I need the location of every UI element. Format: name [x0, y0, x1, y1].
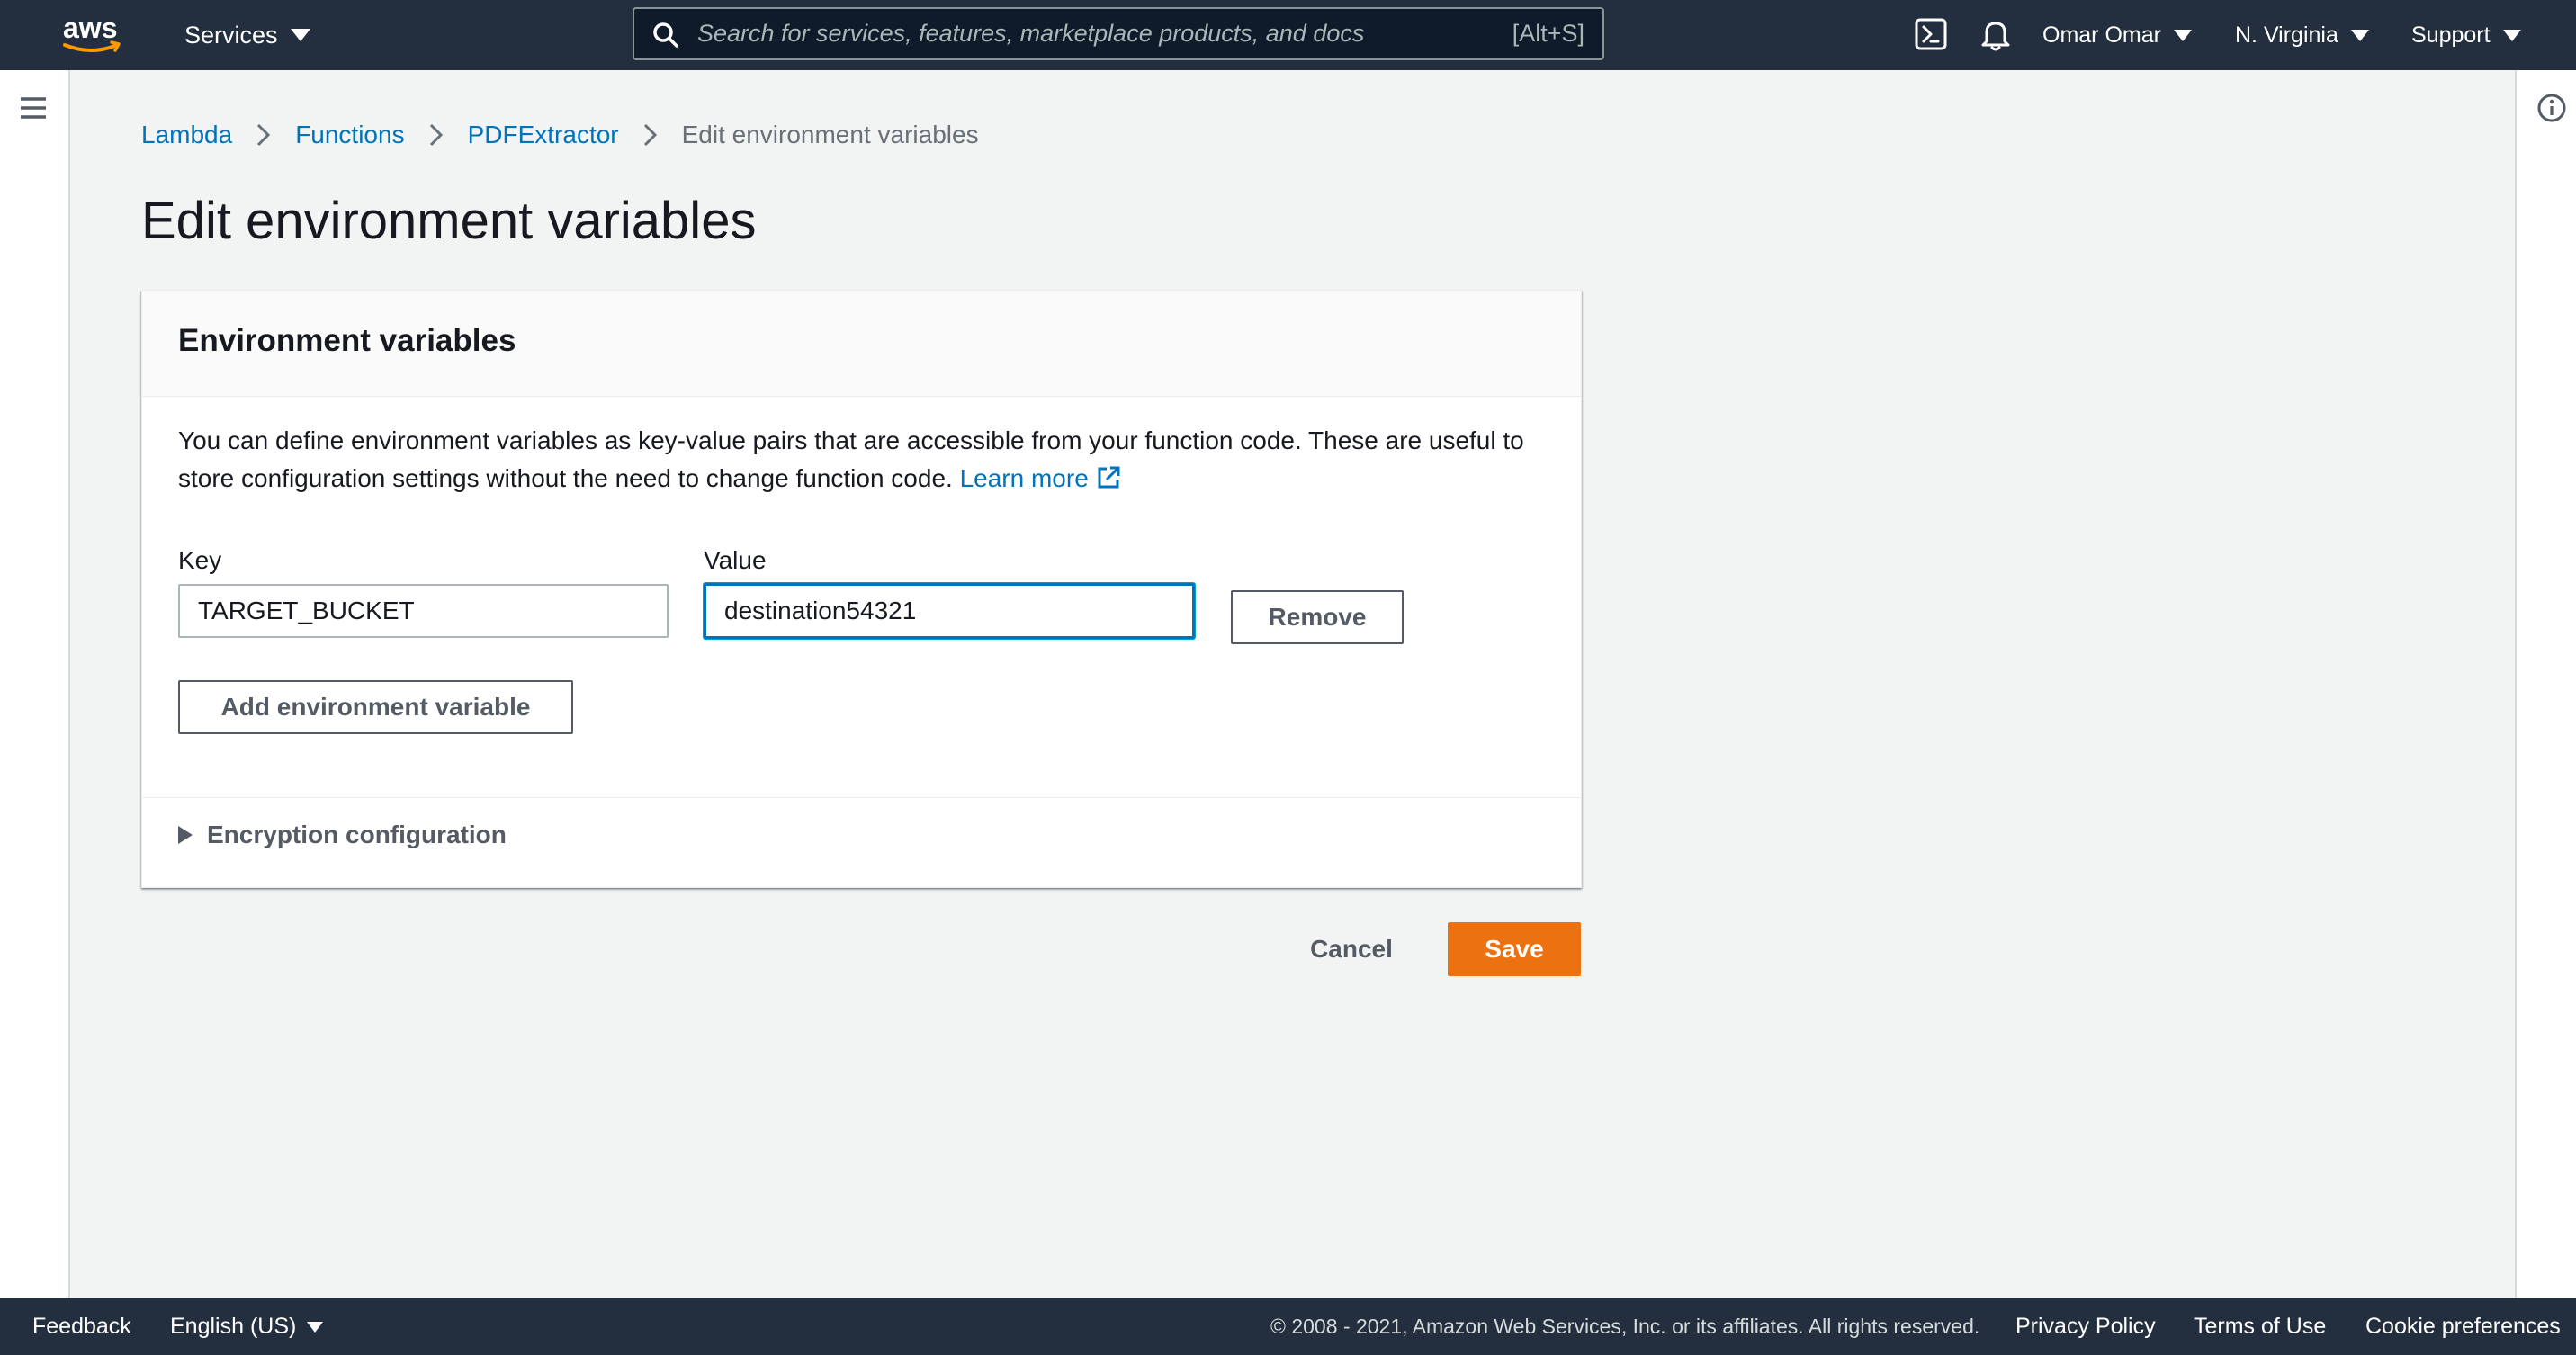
copyright-text: © 2008 - 2021, Amazon Web Services, Inc.… [1270, 1315, 1980, 1338]
external-link-icon [1098, 466, 1120, 489]
search-input[interactable]: Search for services, features, marketpla… [697, 9, 1364, 58]
add-environment-variable-button[interactable]: Add environment variable [178, 680, 573, 734]
left-navigation-rail [0, 70, 70, 1298]
value-label: Value [704, 546, 767, 574]
aws-logo-text: aws [63, 12, 117, 44]
privacy-policy-link[interactable]: Privacy Policy [2015, 1298, 2156, 1355]
value-input[interactable] [704, 583, 1195, 639]
caret-down-icon [307, 1321, 324, 1333]
key-label: Key [178, 546, 222, 574]
right-tools-rail [2515, 70, 2576, 1298]
feedback-link[interactable]: Feedback [32, 1298, 131, 1355]
chevron-right-icon [619, 115, 682, 155]
breadcrumb-current: Edit environment variables [681, 121, 979, 148]
terms-of-use-link[interactable]: Terms of Use [2194, 1298, 2326, 1355]
search-icon [653, 22, 678, 48]
search-bar[interactable]: Search for services, features, marketpla… [633, 7, 1604, 60]
region-label: N. Virginia [2235, 22, 2338, 48]
account-menu[interactable]: Omar Omar [2042, 0, 2192, 70]
remove-button[interactable]: Remove [1231, 590, 1404, 644]
key-input[interactable] [178, 584, 669, 638]
support-label: Support [2411, 22, 2491, 48]
breadcrumb-functions[interactable]: Functions [295, 121, 404, 149]
encryption-label: Encryption configuration [207, 821, 507, 848]
chevron-right-icon [232, 115, 295, 155]
caret-right-icon [178, 826, 193, 844]
caret-down-icon [2502, 29, 2521, 41]
learn-more-label: Learn more [959, 464, 1089, 492]
top-navigation: aws Services Search for services, featur… [0, 0, 2576, 70]
learn-more-link[interactable]: Learn more [960, 464, 1121, 492]
cloudshell-icon[interactable] [1913, 16, 1949, 52]
page-title: Edit environment variables [141, 192, 757, 250]
language-selector[interactable]: English (US) [170, 1298, 324, 1355]
cancel-button[interactable]: Cancel [1287, 922, 1416, 976]
caret-down-icon [2350, 29, 2369, 41]
services-label: Services [184, 21, 278, 49]
encryption-configuration-toggle[interactable]: Encryption configuration [178, 812, 507, 857]
aws-logo[interactable]: aws [59, 11, 126, 56]
region-menu[interactable]: N. Virginia [2235, 0, 2369, 70]
language-label: English (US) [170, 1314, 297, 1339]
breadcrumb-pdfextractor[interactable]: PDFExtractor [468, 121, 619, 149]
caret-down-icon [2173, 29, 2192, 41]
breadcrumb: Lambda Functions PDFExtractor Edit envir… [141, 115, 979, 155]
services-menu[interactable]: Services [184, 0, 310, 70]
panel-description: You can define environment variables as … [178, 422, 1564, 498]
description-text: You can define environment variables as … [178, 426, 1524, 492]
caret-down-icon [290, 29, 310, 41]
chevron-right-icon [405, 115, 468, 155]
bell-icon[interactable] [1978, 16, 2014, 52]
cookie-preferences-link[interactable]: Cookie preferences [2365, 1298, 2561, 1355]
account-label: Omar Omar [2042, 22, 2161, 48]
environment-variables-panel: Environment variables You can define env… [141, 290, 1582, 888]
support-menu[interactable]: Support [2411, 0, 2521, 70]
panel-title: Environment variables [178, 323, 516, 358]
search-shortcut-hint: [Alt+S] [1512, 20, 1584, 47]
menu-icon[interactable] [19, 95, 48, 121]
save-button[interactable]: Save [1448, 922, 1581, 976]
panel-header: Environment variables [142, 291, 1581, 397]
breadcrumb-lambda[interactable]: Lambda [141, 121, 232, 149]
footer: Feedback English (US) © 2008 - 2021, Ama… [0, 1298, 2576, 1355]
divider [142, 797, 1581, 798]
info-icon[interactable] [2536, 93, 2567, 123]
